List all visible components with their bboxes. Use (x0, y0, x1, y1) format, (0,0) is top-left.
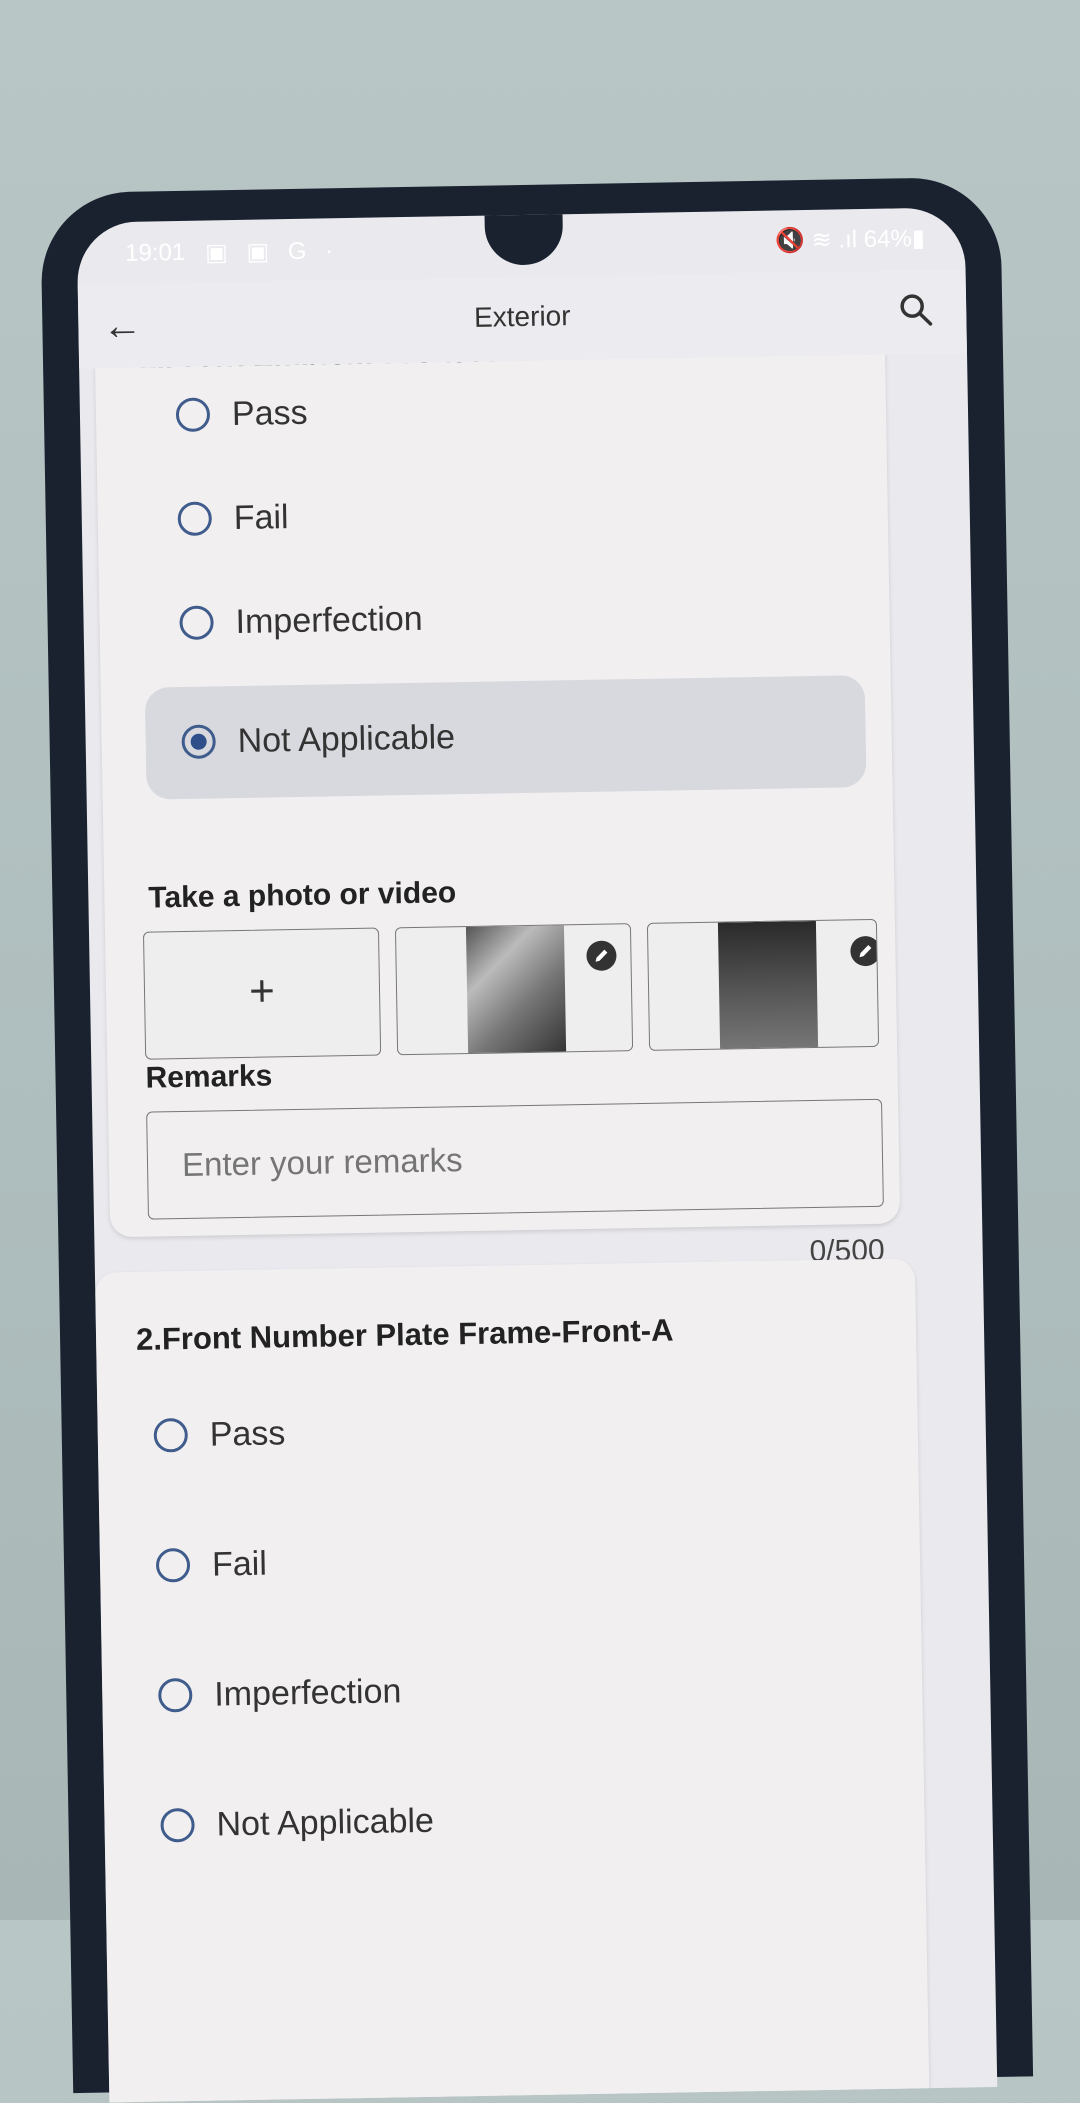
radio-button[interactable] (153, 1417, 189, 1453)
add-media-button[interactable]: + (142, 927, 382, 1060)
radio-button[interactable] (158, 1677, 193, 1713)
radio-button[interactable] (155, 1547, 191, 1583)
question-card-1: 1.Front Emblem-Front-A Pass Fail Imperfe… (94, 328, 901, 1268)
radio-button[interactable] (179, 605, 214, 641)
plus-icon: + (248, 966, 276, 1016)
video-image (717, 920, 819, 1051)
screen: 19:01 ▣ ▣ G · 🔇 ≋ .ıl 64%▮ 1.Front Emble… (76, 207, 998, 2103)
option-label: Fail (211, 1544, 268, 1584)
option-not-applicable[interactable]: Not Applicable (144, 675, 867, 800)
radio-button[interactable] (160, 1807, 195, 1843)
option-label: Not Applicable (237, 718, 456, 761)
option-imperfection[interactable]: Imperfection (122, 1640, 843, 1743)
edit-icon[interactable] (850, 935, 880, 967)
phone-frame: 19:01 ▣ ▣ G · 🔇 ≋ .ıl 64%▮ 1.Front Emble… (40, 176, 1034, 2103)
remarks-input[interactable] (146, 1098, 884, 1220)
option-label: Pass (231, 393, 308, 434)
option-label: Imperfection (235, 599, 423, 642)
status-right-icons: 🔇 ≋ .ıl 64%▮ (774, 224, 926, 255)
radio-button-selected[interactable] (181, 724, 216, 759)
search-icon[interactable] (896, 290, 937, 331)
question-card-2: 2.Front Number Plate Frame-Front-A Pass … (94, 1258, 931, 2103)
option-fail[interactable]: Fail (119, 1510, 840, 1613)
option-imperfection[interactable]: Imperfection (143, 567, 864, 670)
option-label: Fail (233, 498, 289, 538)
radio-button[interactable] (177, 501, 213, 537)
option-pass[interactable]: Pass (117, 1380, 838, 1483)
notification-icons: ▣ ▣ G · (204, 237, 340, 267)
photo-image (465, 925, 567, 1056)
option-pass[interactable]: Pass (139, 359, 860, 462)
app-bar: ← Exterior (77, 269, 968, 369)
status-time: 19:01 (124, 238, 186, 267)
option-fail[interactable]: Fail (141, 463, 862, 566)
media-thumbnail[interactable] (646, 918, 880, 1051)
remarks-label: Remarks (145, 1059, 273, 1095)
option-label: Pass (209, 1414, 286, 1454)
media-section-label: Take a photo or video (148, 876, 457, 915)
question-title: 2.Front Number Plate Frame-Front-A (135, 1312, 674, 1357)
radio-button[interactable] (175, 397, 211, 433)
media-thumbnail[interactable] (394, 923, 634, 1056)
option-not-applicable[interactable]: Not Applicable (124, 1770, 845, 1873)
edit-icon[interactable] (586, 940, 617, 971)
option-label: Not Applicable (216, 1801, 435, 1844)
option-label: Imperfection (213, 1672, 402, 1714)
page-title: Exterior (473, 300, 571, 333)
